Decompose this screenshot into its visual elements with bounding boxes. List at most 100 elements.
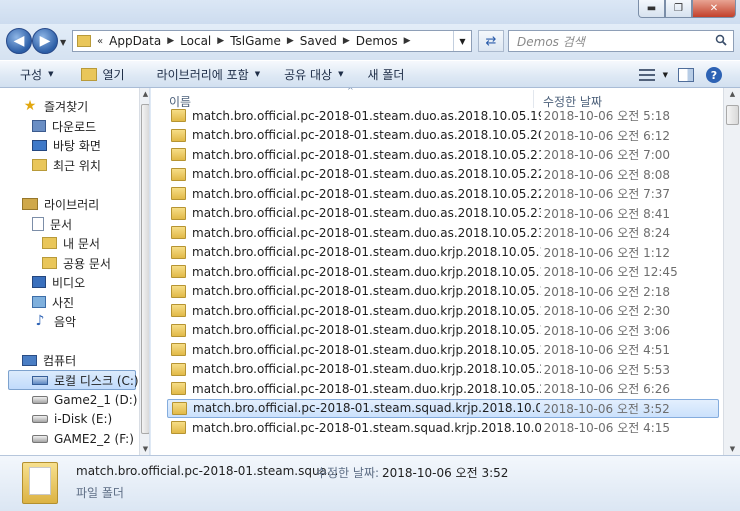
nav-libraries[interactable]: 라이브러리	[22, 194, 99, 214]
nav-favorites[interactable]: ★ 즐겨찾기	[22, 96, 88, 116]
scroll-up-icon[interactable]: ▲	[140, 88, 149, 100]
breadcrumb-tslgame[interactable]: TslGame ▶	[230, 34, 300, 48]
file-row[interactable]: match.bro.official.pc-2018-01.steam.duo.…	[167, 184, 719, 203]
toolbar-right-group: ▼ ?	[638, 61, 740, 89]
forward-button[interactable]: ▶	[32, 28, 58, 54]
nav-drive-e[interactable]: i-Disk (E:)	[32, 409, 112, 429]
file-name: match.bro.official.pc-2018-01.steam.squa…	[193, 401, 541, 415]
preview-pane-icon[interactable]	[678, 68, 694, 82]
scroll-down-icon[interactable]: ▼	[140, 443, 149, 455]
file-name: match.bro.official.pc-2018-01.steam.duo.…	[192, 167, 541, 181]
maximize-button[interactable]: ❐	[665, 0, 692, 18]
system-drive-icon	[32, 375, 48, 385]
pictures-icon	[32, 296, 46, 308]
nav-downloads[interactable]: 다운로드	[32, 116, 96, 136]
nav-computer[interactable]: 컴퓨터	[22, 350, 76, 370]
nav-scroll-thumb[interactable]	[141, 104, 149, 434]
file-row[interactable]: match.bro.official.pc-2018-01.steam.duo.…	[167, 321, 719, 340]
organize-button[interactable]: 구성 ▼	[0, 63, 61, 85]
help-icon[interactable]: ?	[706, 67, 722, 83]
close-button[interactable]: ✕	[692, 0, 736, 18]
address-bar[interactable]: « AppData ▶ Local ▶ TslGame ▶ Saved ▶ Demos ▶…	[72, 30, 472, 52]
file-row[interactable]: match.bro.official.pc-2018-01.steam.duo.…	[167, 282, 719, 301]
nav-desktop[interactable]: 바탕 화면	[32, 135, 101, 155]
file-row[interactable]: match.bro.official.pc-2018-01.steam.duo.…	[167, 165, 719, 184]
recent-pages-dropdown[interactable]: ▼	[60, 38, 66, 47]
refresh-button[interactable]: ⇄	[478, 30, 504, 52]
file-row[interactable]: match.bro.official.pc-2018-01.steam.duo.…	[167, 204, 719, 223]
nav-drive-d[interactable]: Game2_1 (D:)	[32, 390, 137, 410]
file-date-modified: 2018-10-06 오전 12:45	[543, 265, 678, 279]
open-folder-icon	[81, 67, 98, 81]
file-row[interactable]: match.bro.official.pc-2018-01.steam.squa…	[167, 418, 719, 437]
nav-scrollbar[interactable]: ▲ ▼	[139, 88, 149, 455]
back-button[interactable]: ◀	[6, 28, 32, 54]
search-icon[interactable]	[715, 34, 727, 46]
search-input[interactable]: Demos 검색	[508, 30, 734, 52]
file-name: match.bro.official.pc-2018-01.steam.duo.…	[192, 264, 541, 279]
file-name: match.bro.official.pc-2018-01.steam.duo.…	[192, 303, 541, 318]
nav-music[interactable]: ♪ 음악	[32, 311, 77, 331]
file-row[interactable]: match.bro.official.pc-2018-01.steam.duo.…	[167, 301, 719, 320]
recent-places-icon	[32, 159, 47, 171]
navigation-bar: ◀ ▶ ▼ « AppData ▶ Local ▶ TslGame ▶ Saved ▶ …	[0, 24, 740, 60]
nav-documents[interactable]: 문서	[32, 214, 72, 234]
file-scroll-thumb[interactable]	[726, 105, 739, 125]
breadcrumb-saved[interactable]: Saved ▶	[300, 34, 356, 48]
nav-videos[interactable]: 비디오	[32, 272, 85, 292]
breadcrumb-overflow[interactable]: «	[97, 36, 103, 47]
breadcrumb-appdata[interactable]: AppData ▶	[109, 34, 180, 48]
file-date-modified: 2018-10-06 오전 6:12	[543, 128, 671, 143]
file-row[interactable]: match.bro.official.pc-2018-01.steam.duo.…	[167, 106, 719, 125]
file-date-modified: 2018-10-06 오전 8:41	[543, 206, 671, 221]
file-row[interactable]: match.bro.official.pc-2018-01.steam.squa…	[167, 398, 719, 418]
nav-public-documents[interactable]: 공용 문서	[42, 253, 111, 273]
file-date-modified: 2018-10-06 오전 5:53	[543, 362, 671, 377]
breadcrumb-demos[interactable]: Demos ▶	[356, 34, 417, 48]
file-date-modified: 2018-10-06 오전 5:18	[543, 109, 671, 123]
file-name: match.bro.official.pc-2018-01.steam.squa…	[192, 420, 541, 435]
breadcrumb-local[interactable]: Local ▶	[180, 34, 230, 48]
file-name: match.bro.official.pc-2018-01.steam.duo.…	[192, 342, 541, 357]
search-placeholder: Demos 검색	[517, 34, 585, 49]
star-icon: ★	[23, 98, 37, 114]
file-row[interactable]: match.bro.official.pc-2018-01.steam.duo.…	[167, 379, 719, 398]
minimize-button[interactable]: ▬	[638, 0, 665, 18]
file-row[interactable]: match.bro.official.pc-2018-01.steam.duo.…	[167, 360, 719, 379]
file-row[interactable]: match.bro.official.pc-2018-01.steam.duo.…	[167, 145, 719, 164]
scroll-up-icon[interactable]: ▲	[724, 88, 740, 100]
view-options-dropdown[interactable]: ▼	[663, 71, 668, 79]
view-icon[interactable]	[638, 69, 655, 81]
file-row[interactable]: match.bro.official.pc-2018-01.steam.duo.…	[167, 262, 719, 281]
file-date-modified: 2018-10-06 오전 4:51	[543, 343, 671, 357]
video-icon	[32, 276, 46, 288]
file-row[interactable]: match.bro.official.pc-2018-01.steam.duo.…	[167, 126, 719, 145]
new-folder-button[interactable]: 새 폴더	[359, 63, 412, 85]
nav-pictures[interactable]: 사진	[32, 292, 74, 312]
drive-icon	[32, 435, 48, 443]
open-button[interactable]: 열기	[73, 63, 132, 85]
include-in-library-button[interactable]: 라이브러리에 포함 ▼	[149, 63, 269, 85]
scroll-down-icon[interactable]: ▼	[724, 443, 740, 455]
file-row[interactable]: match.bro.official.pc-2018-01.steam.duo.…	[167, 340, 719, 359]
file-name: match.bro.official.pc-2018-01.steam.duo.…	[192, 225, 541, 240]
folder-icon	[77, 35, 91, 47]
address-dropdown-button[interactable]: ▼	[453, 31, 471, 51]
file-date-modified: 2018-10-06 오전 8:08	[543, 167, 671, 182]
file-name: match.bro.official.pc-2018-01.steam.duo.…	[192, 284, 541, 298]
file-row[interactable]: match.bro.official.pc-2018-01.steam.duo.…	[167, 223, 719, 242]
file-date-modified: 2018-10-06 오전 4:15	[543, 421, 671, 435]
music-icon: ♪	[35, 313, 45, 329]
folder-icon	[42, 257, 57, 269]
share-with-button[interactable]: 공유 대상 ▼	[276, 63, 351, 85]
file-row[interactable]: match.bro.official.pc-2018-01.steam.duo.…	[167, 243, 719, 262]
file-name: match.bro.official.pc-2018-01.steam.duo.…	[192, 323, 541, 337]
file-date-modified: 2018-10-06 오전 8:24	[543, 226, 671, 240]
nav-local-disk-c[interactable]: 로컬 디스크 (C:)	[8, 370, 139, 390]
folder-icon	[22, 462, 58, 504]
documents-icon	[32, 217, 44, 231]
nav-my-documents[interactable]: 내 문서	[42, 233, 100, 253]
nav-drive-f[interactable]: GAME2_2 (F:)	[32, 429, 134, 449]
file-list-scrollbar[interactable]: ▲ ▼	[723, 88, 740, 455]
nav-recent-places[interactable]: 최근 위치	[32, 155, 101, 175]
